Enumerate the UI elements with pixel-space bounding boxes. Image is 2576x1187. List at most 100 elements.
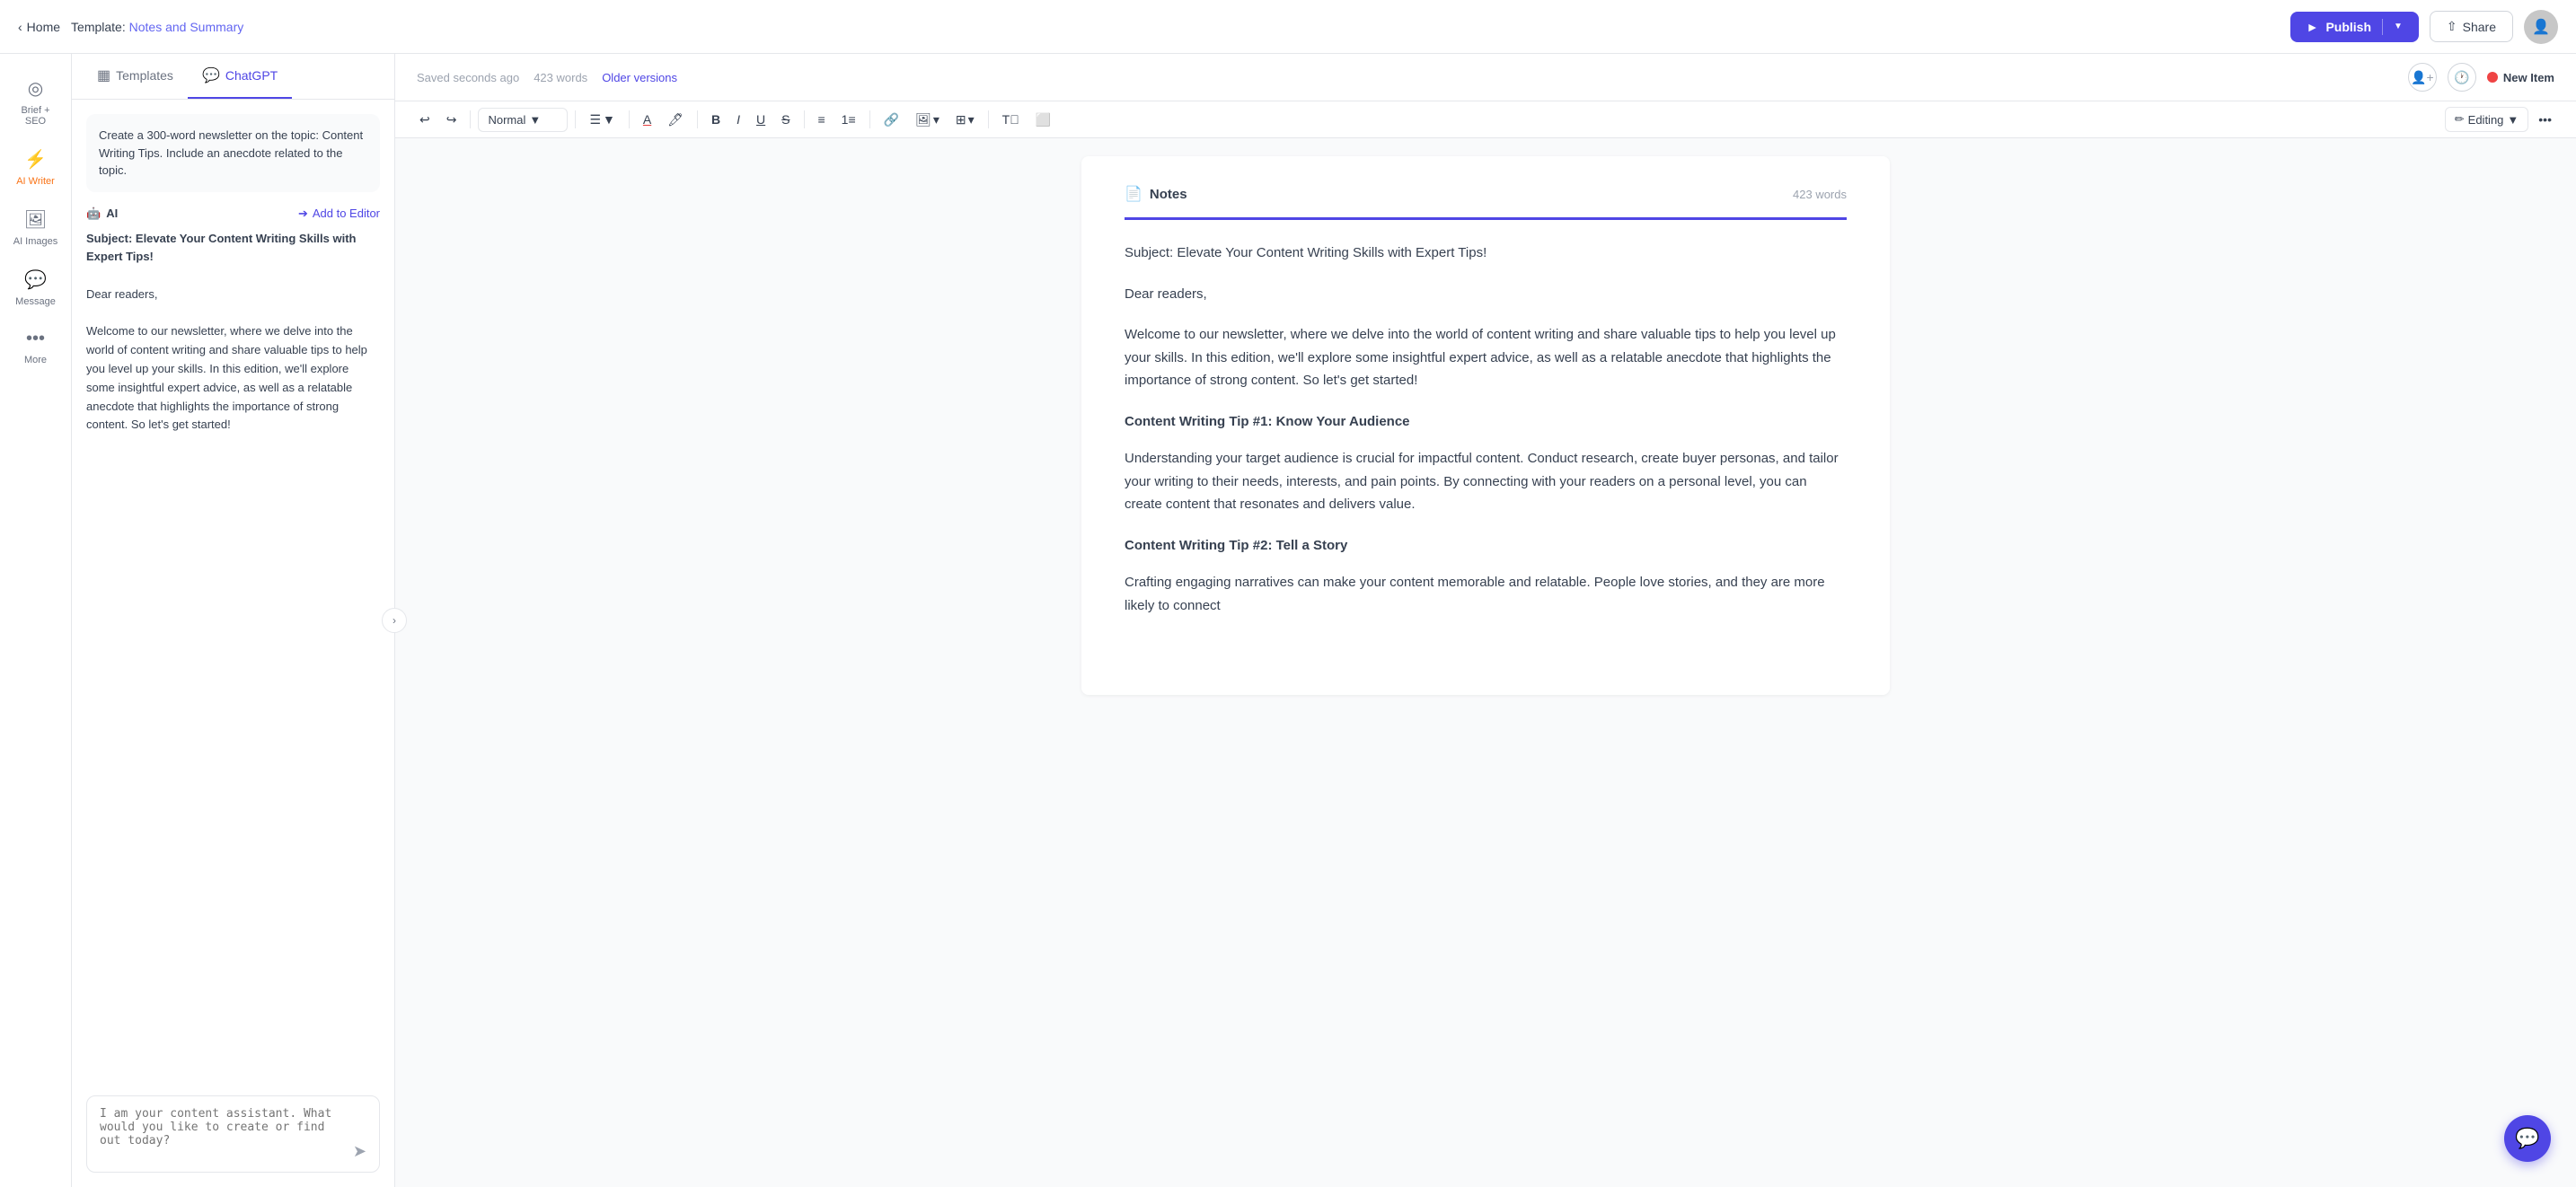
highlight-button[interactable]: 🖊: [661, 108, 690, 132]
align-button[interactable]: ☰ ▼: [583, 108, 621, 132]
sidebar-item-brief-seo[interactable]: ◎ Brief + SEO: [4, 68, 68, 136]
clear-format-button[interactable]: T⃠: [996, 108, 1026, 131]
underline-icon: U: [756, 112, 765, 127]
ai-images-icon: 🖼: [24, 208, 47, 231]
prompt-box: Create a 300-word newsletter on the topi…: [86, 114, 380, 192]
ai-response-text: Subject: Elevate Your Content Writing Sk…: [86, 230, 380, 435]
topbar: ‹ Home Template: Notes and Summary ► Pub…: [0, 0, 2576, 54]
undo-button[interactable]: ↩: [413, 108, 437, 132]
toolbar-divider-6: [869, 110, 870, 128]
ai-subject: Subject: Elevate Your Content Writing Sk…: [86, 232, 357, 264]
link-icon: 🔗: [884, 112, 899, 127]
new-item-button[interactable]: New Item: [2487, 71, 2554, 84]
avatar[interactable]: 👤: [2524, 10, 2558, 44]
add-user-icon-button[interactable]: 👤+: [2408, 63, 2437, 92]
notes-icon: 📄: [1125, 185, 1142, 203]
chat-send-button[interactable]: ➤: [353, 1142, 366, 1161]
tip1-body: Understanding your target audience is cr…: [1125, 447, 1847, 516]
publish-button[interactable]: ► Publish ▼: [2290, 12, 2419, 42]
topbar-left: ‹ Home Template: Notes and Summary: [18, 20, 243, 34]
align-icon: ☰: [589, 112, 601, 127]
bold-icon: B: [711, 112, 720, 127]
bullet-list-icon: ≡: [818, 112, 825, 127]
sidebar-item-message[interactable]: 💬 Message: [4, 259, 68, 316]
editing-selector[interactable]: ✏ Editing ▼: [2445, 107, 2529, 132]
ai-robot-icon: 🤖: [86, 207, 101, 221]
tip2-title: Content Writing Tip #2: Tell a Story: [1125, 534, 1847, 558]
ai-response-header: 🤖 AI ➔ Add to Editor: [86, 207, 380, 221]
publish-divider: [2382, 19, 2383, 35]
back-home-label: Home: [27, 20, 60, 34]
underline-button[interactable]: U: [750, 108, 772, 131]
strikethrough-button[interactable]: S: [775, 108, 796, 131]
subject-line: Subject: Elevate Your Content Writing Sk…: [1125, 242, 1847, 265]
sidebar-item-more[interactable]: ••• More: [4, 320, 68, 374]
table-button[interactable]: ⊞▾: [949, 108, 981, 132]
publish-chevron-icon: ▼: [2394, 22, 2403, 31]
saved-text: Saved seconds ago: [417, 71, 519, 84]
chat-bubble-button[interactable]: 💬: [2504, 1115, 2551, 1162]
doc-body[interactable]: Subject: Elevate Your Content Writing Sk…: [1125, 242, 1847, 617]
greeting: Dear readers,: [1125, 283, 1847, 306]
word-count: 423 words: [534, 71, 587, 84]
ai-response-area: 🤖 AI ➔ Add to Editor Subject: Elevate Yo…: [72, 207, 394, 1086]
more-icon: •••: [26, 329, 45, 349]
bold-button[interactable]: B: [705, 108, 727, 131]
toolbar-divider-5: [804, 110, 805, 128]
brief-seo-icon: ◎: [28, 77, 43, 100]
icon-sidebar: ◎ Brief + SEO ⚡ AI Writer 🖼 AI Images 💬 …: [0, 54, 72, 1187]
topbar-right: ► Publish ▼ ⇧ Share 👤: [2290, 10, 2558, 44]
sidebar-item-ai-writer[interactable]: ⚡ AI Writer: [4, 139, 68, 196]
back-home-link[interactable]: ‹ Home: [18, 20, 60, 34]
special-char-button[interactable]: ⬜: [1029, 108, 1057, 132]
sidebar-item-more-label: More: [24, 355, 47, 365]
panel-content: Create a 300-word newsletter on the topi…: [72, 100, 394, 1187]
share-button[interactable]: ⇧ Share: [2430, 11, 2513, 42]
editor-area: Saved seconds ago 423 words Older versio…: [395, 54, 2576, 1187]
redo-icon: ↪: [446, 112, 457, 127]
undo-icon: ↩: [419, 112, 430, 127]
chatgpt-tab-icon: 💬: [202, 66, 220, 84]
more-options-button[interactable]: •••: [2532, 108, 2558, 131]
new-item-label: New Item: [2503, 71, 2554, 84]
doc-title: 📄 Notes: [1125, 185, 1187, 203]
bullet-list-button[interactable]: ≡: [812, 108, 832, 131]
editing-chevron-icon: ▼: [2507, 113, 2519, 127]
panel-collapse-button[interactable]: ›: [382, 608, 407, 633]
sidebar-item-brief-seo-label: Brief + SEO: [11, 105, 61, 127]
tab-templates-label: Templates: [116, 68, 173, 83]
link-button[interactable]: 🔗: [878, 108, 905, 132]
add-to-editor-button[interactable]: ➔ Add to Editor: [298, 207, 380, 221]
sidebar-item-message-label: Message: [15, 296, 56, 307]
share-label: Share: [2463, 20, 2496, 34]
numbered-list-button[interactable]: 1≡: [835, 108, 862, 131]
older-versions-link[interactable]: Older versions: [602, 71, 677, 84]
doc-word-count: 423 words: [1793, 188, 1847, 201]
back-arrow-icon: ‹: [18, 20, 22, 34]
table-icon: ⊞: [956, 112, 966, 127]
chat-input[interactable]: [100, 1107, 346, 1161]
templates-tab-icon: ▦: [97, 66, 110, 84]
panel: ▦ Templates 💬 ChatGPT › Create a 300-wor…: [72, 54, 395, 1187]
toolbar-divider-4: [697, 110, 698, 128]
image-icon: 🖼: [915, 112, 931, 127]
format-selector[interactable]: Normal ▼: [478, 108, 568, 132]
image-chevron-icon: ▾: [933, 112, 940, 127]
text-color-button[interactable]: A: [637, 108, 657, 131]
clock-icon-button[interactable]: 🕐: [2448, 63, 2476, 92]
tab-chatgpt[interactable]: 💬 ChatGPT: [188, 54, 292, 99]
sidebar-item-ai-images[interactable]: 🖼 AI Images: [4, 199, 68, 256]
tip1-title: Content Writing Tip #1: Know Your Audien…: [1125, 410, 1847, 434]
tab-chatgpt-label: ChatGPT: [225, 68, 278, 83]
chat-bubble-icon: 💬: [2515, 1127, 2539, 1150]
italic-button[interactable]: I: [730, 108, 746, 131]
editor-document: 📄 Notes 423 words Subject: Elevate Your …: [1081, 156, 1890, 695]
toolbar-divider-1: [470, 110, 471, 128]
image-button[interactable]: 🖼▾: [909, 108, 946, 132]
redo-button[interactable]: ↪: [440, 108, 463, 132]
doc-title-text: Notes: [1150, 187, 1187, 202]
clear-format-icon: T⃠: [1002, 112, 1019, 127]
numbered-list-icon: 1≡: [842, 112, 856, 127]
tab-templates[interactable]: ▦ Templates: [83, 54, 188, 99]
editor-content-wrapper[interactable]: 📄 Notes 423 words Subject: Elevate Your …: [395, 138, 2576, 1187]
